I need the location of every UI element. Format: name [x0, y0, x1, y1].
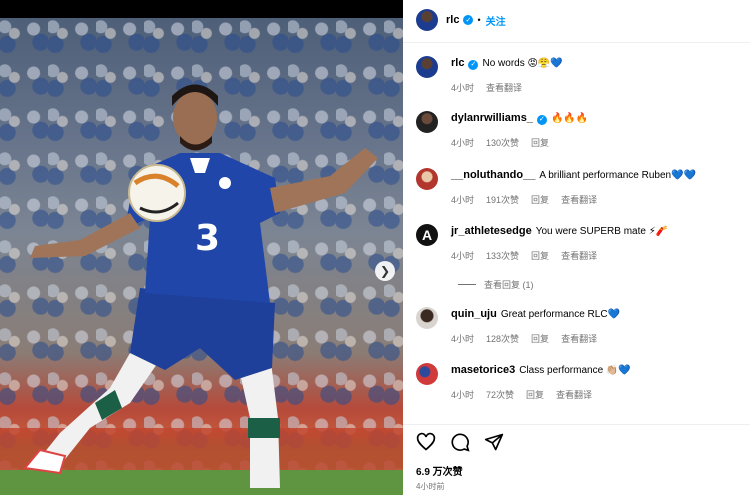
- post-actions: [416, 432, 504, 452]
- post-header: rlc ✓ • 关注: [416, 8, 506, 32]
- brand-logo-icon: A: [421, 227, 433, 243]
- avatar[interactable]: [416, 363, 438, 385]
- actions-divider: [403, 424, 750, 425]
- comment-time: 4小时: [451, 195, 475, 205]
- see-translation-link[interactable]: 查看翻译: [556, 388, 592, 402]
- comment-username[interactable]: masetorice3: [451, 364, 515, 376]
- see-translation-link[interactable]: 查看翻译: [486, 81, 522, 95]
- comment-username[interactable]: rlc: [451, 57, 464, 69]
- see-translation-link[interactable]: 查看翻译: [561, 332, 597, 346]
- header-divider: [403, 42, 750, 43]
- avatar[interactable]: [416, 168, 438, 190]
- view-replies-label: 查看回复 (1): [484, 280, 534, 290]
- heart-icon[interactable]: [416, 432, 436, 452]
- follow-button[interactable]: 关注: [486, 13, 506, 28]
- comment-likes[interactable]: 128次赞: [486, 332, 519, 346]
- reply-button[interactable]: 回复: [531, 249, 549, 263]
- comment-text: 🔥🔥🔥: [550, 113, 589, 124]
- comment-item: A jr_athletesedge You were SUPERB mate ⚡🧨…: [416, 224, 746, 263]
- comment-item: dylanrwilliams_ ✓ 🔥🔥🔥 4小时 130次赞 回复: [416, 111, 746, 150]
- comment-time: 4小时: [451, 334, 475, 344]
- comment-time: 4小时: [451, 390, 475, 400]
- reply-button[interactable]: 回复: [531, 136, 549, 150]
- avatar[interactable]: [416, 56, 438, 78]
- see-translation-link[interactable]: 查看翻译: [561, 249, 597, 263]
- comment-likes[interactable]: 191次赞: [486, 193, 519, 207]
- comment-time: 4小时: [451, 138, 475, 148]
- comment-text: A brilliant performance Ruben💙💙: [539, 170, 696, 181]
- comment-likes[interactable]: 72次赞: [486, 388, 514, 402]
- top-black-bar: [0, 0, 403, 18]
- comment-icon[interactable]: [450, 432, 470, 452]
- comment-username[interactable]: dylanrwilliams_: [451, 112, 533, 124]
- view-replies-link[interactable]: 查看回复 (1): [458, 278, 534, 291]
- comment-text: No words 😡😤💙: [482, 58, 563, 69]
- replies-line: [458, 284, 476, 285]
- share-icon[interactable]: [484, 432, 504, 452]
- verified-icon: ✓: [536, 115, 547, 125]
- verified-icon: ✓: [468, 60, 479, 70]
- reply-button[interactable]: 回复: [531, 193, 549, 207]
- separator-dot: •: [477, 15, 481, 25]
- comment-item: masetorice3 Class performance 👏🏼💙 4小时 72次…: [416, 363, 746, 402]
- comment-username[interactable]: __noluthando__: [451, 169, 535, 181]
- comment-likes[interactable]: 133次赞: [486, 249, 519, 263]
- see-translation-link[interactable]: 查看翻译: [561, 193, 597, 207]
- comment-username[interactable]: jr_athletesedge: [451, 225, 532, 237]
- comment-time: 4小时: [451, 251, 475, 261]
- comment-username[interactable]: quin_uju: [451, 308, 497, 320]
- comment-text: Great performance RLC💙: [500, 309, 620, 320]
- svg-text:3: 3: [195, 218, 220, 259]
- next-image-button[interactable]: ❯: [375, 261, 395, 281]
- avatar[interactable]: [416, 111, 438, 133]
- comment-likes[interactable]: 130次赞: [486, 136, 519, 150]
- chevron-right-icon: ❯: [379, 264, 391, 278]
- comment-item: __noluthando__ A brilliant performance Ru…: [416, 168, 746, 207]
- reply-button[interactable]: 回复: [526, 388, 544, 402]
- comment-time: 4小时: [451, 83, 475, 93]
- post-time: 4小时前: [416, 482, 445, 491]
- comment-text: You were SUPERB mate ⚡🧨: [535, 226, 669, 237]
- avatar[interactable]: [416, 307, 438, 329]
- reply-button[interactable]: 回复: [531, 332, 549, 346]
- comment-item: quin_uju Great performance RLC💙 4小时 128次赞…: [416, 307, 746, 346]
- verified-icon: ✓: [463, 15, 474, 25]
- author-username[interactable]: rlc: [446, 14, 459, 26]
- comment-item: rlc ✓ No words 😡😤💙 4小时 查看翻译: [416, 56, 746, 95]
- comment-text: Class performance 👏🏼💙: [519, 365, 631, 376]
- post-likes-count[interactable]: 6.9 万次赞: [416, 463, 463, 478]
- avatar[interactable]: A: [416, 224, 438, 246]
- avatar[interactable]: [416, 9, 438, 31]
- post-side-panel: rlc ✓ • 关注 rlc ✓ No words 😡😤💙 4小时 查看翻译 dyl…: [403, 0, 750, 495]
